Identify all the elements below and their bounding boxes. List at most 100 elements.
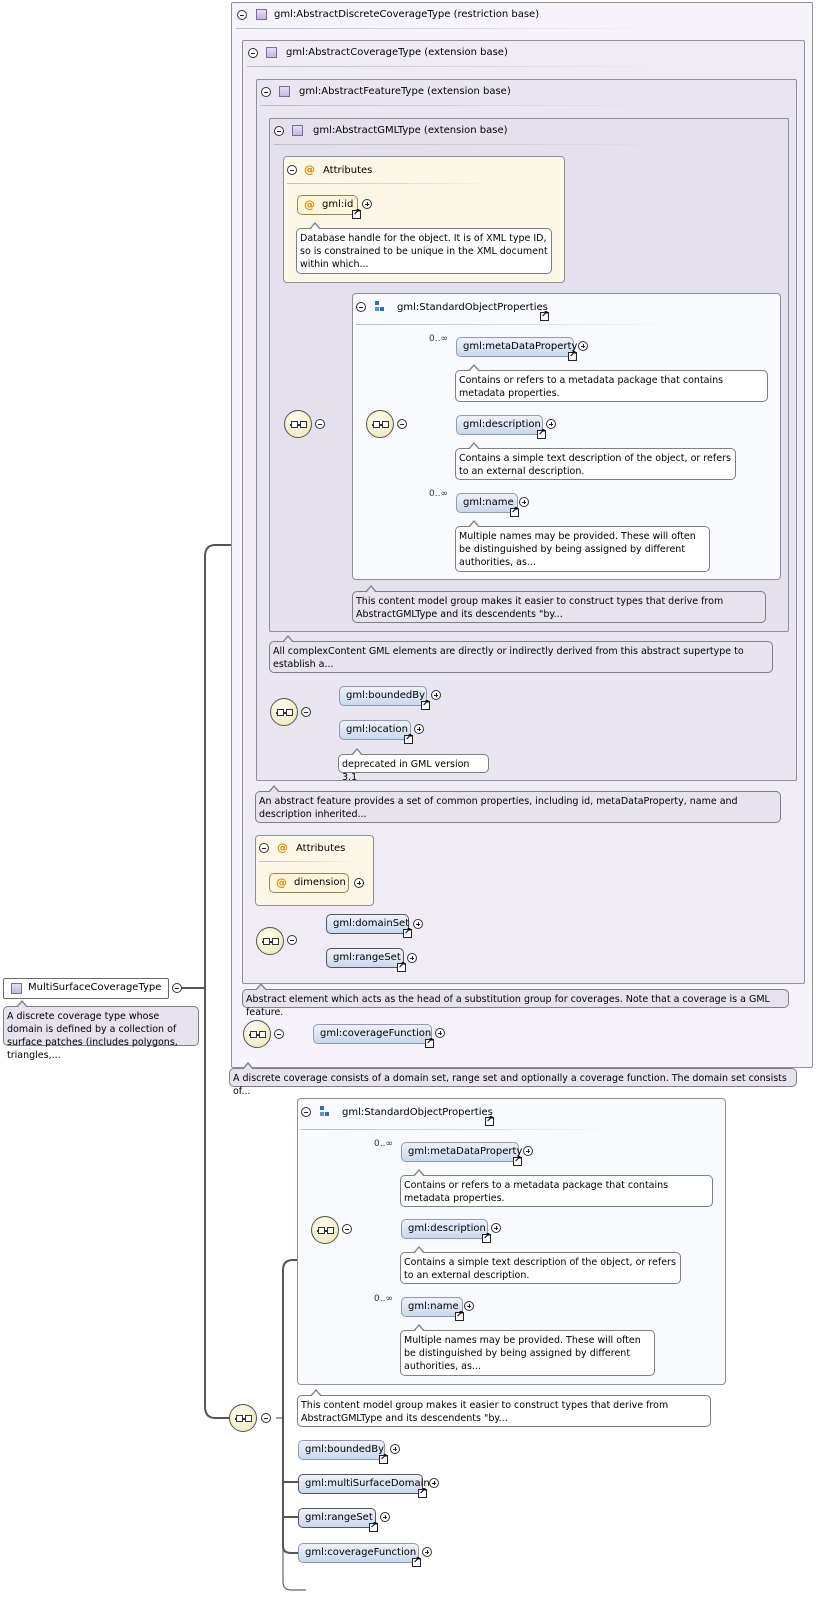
expand-coverage-function-icon[interactable] bbox=[435, 1028, 445, 1038]
expand-location-icon[interactable] bbox=[414, 724, 424, 734]
name-annotation: Multiple names may be provided. These wi… bbox=[455, 520, 710, 572]
reference-icon[interactable] bbox=[369, 1520, 378, 1532]
feature-type-annotation: An abstract feature provides a set of co… bbox=[255, 785, 781, 823]
collapse-coverage-icon[interactable] bbox=[248, 48, 258, 58]
expand-name-icon[interactable] bbox=[519, 497, 529, 507]
range-set-element[interactable]: gml:rangeSet bbox=[326, 948, 404, 968]
location-element[interactable]: gml:location bbox=[339, 720, 411, 740]
collapse-feature-icon[interactable] bbox=[261, 87, 271, 97]
name-annotation: Multiple names may be provided. These wi… bbox=[400, 1324, 655, 1376]
reference-icon[interactable] bbox=[485, 1114, 494, 1126]
name-element[interactable]: gml:name bbox=[456, 493, 518, 513]
name-label: gml:name bbox=[408, 1301, 459, 1312]
bounded-by-element[interactable]: gml:boundedBy bbox=[298, 1440, 385, 1460]
expand-gml-id-icon[interactable] bbox=[362, 199, 372, 209]
expand-metadata-icon[interactable] bbox=[578, 341, 588, 351]
reference-icon[interactable] bbox=[510, 505, 519, 517]
expand-range-set-icon[interactable] bbox=[407, 953, 417, 963]
expand-description-icon[interactable] bbox=[546, 419, 556, 429]
collapse-attributes-icon[interactable] bbox=[259, 843, 269, 853]
reference-icon[interactable] bbox=[418, 1486, 427, 1498]
header-separator bbox=[274, 144, 674, 145]
collapse-root-icon[interactable] bbox=[172, 983, 182, 993]
expand-domain-set-icon[interactable] bbox=[413, 919, 423, 929]
collapse-attributes-icon[interactable] bbox=[287, 165, 297, 175]
root-type-node[interactable]: MultiSurfaceCoverageType bbox=[3, 978, 169, 999]
collapse-sequence-icon[interactable] bbox=[261, 1413, 271, 1423]
bounded-by-element[interactable]: gml:boundedBy bbox=[339, 686, 427, 706]
std-props-header: gml:StandardObjectProperties bbox=[397, 302, 548, 313]
expand-bounded-by-icon[interactable] bbox=[390, 1444, 400, 1454]
description-annotation: Contains a simple text description of th… bbox=[400, 1246, 681, 1284]
cardinality-label: 0..∞ bbox=[374, 1294, 393, 1304]
description-element[interactable]: gml:description bbox=[456, 415, 543, 435]
complex-type-icon bbox=[279, 86, 290, 97]
domain-set-element[interactable]: gml:domainSet bbox=[326, 914, 409, 934]
reference-icon[interactable] bbox=[537, 427, 546, 439]
expand-metadata-icon[interactable] bbox=[523, 1146, 533, 1156]
collapse-sequence-icon[interactable] bbox=[287, 935, 297, 945]
gml-frame-header: gml:AbstractGMLType (extension base) bbox=[313, 125, 508, 136]
reference-icon[interactable] bbox=[412, 1555, 421, 1567]
coverage-type-annotation: Abstract element which acts as the head … bbox=[242, 983, 789, 1018]
coverage-function-label: gml:coverageFunction bbox=[320, 1028, 432, 1039]
collapse-sequence-icon[interactable] bbox=[315, 419, 325, 429]
header-separator bbox=[236, 28, 666, 29]
collapse-std-props-icon[interactable] bbox=[301, 1107, 311, 1117]
reference-icon[interactable] bbox=[379, 1452, 388, 1464]
collapse-sequence-icon[interactable] bbox=[342, 1224, 352, 1234]
collapse-gml-icon[interactable] bbox=[274, 126, 284, 136]
multi-surface-domain-element[interactable]: gml:multiSurfaceDomain bbox=[298, 1474, 430, 1494]
sequence-icon[interactable] bbox=[270, 698, 298, 726]
discrete-type-annotation: A discrete coverage consists of a domain… bbox=[229, 1062, 797, 1097]
complex-type-icon bbox=[11, 983, 22, 994]
domain-set-label: gml:domainSet bbox=[333, 918, 410, 929]
metadata-property-element[interactable]: gml:metaDataProperty bbox=[456, 337, 578, 357]
collapse-sequence-icon[interactable] bbox=[301, 707, 311, 717]
reference-icon[interactable] bbox=[482, 1231, 491, 1243]
reference-icon[interactable] bbox=[397, 960, 406, 972]
collapse-sequence-icon[interactable] bbox=[397, 419, 407, 429]
cardinality-label: 0..∞ bbox=[374, 1139, 393, 1149]
sequence-icon[interactable] bbox=[229, 1404, 257, 1432]
attributes-header: Attributes bbox=[296, 843, 346, 854]
bounded-by-label: gml:boundedBy bbox=[346, 690, 426, 701]
reference-icon[interactable] bbox=[403, 926, 412, 938]
std-props-group-annotation: This content model group makes it easier… bbox=[352, 585, 766, 623]
sequence-icon[interactable] bbox=[256, 927, 284, 955]
collapse-std-props-icon[interactable] bbox=[356, 302, 366, 312]
reference-icon[interactable] bbox=[421, 698, 430, 710]
coverage-function-element[interactable]: gml:coverageFunction bbox=[313, 1024, 432, 1044]
collapse-discrete-icon[interactable] bbox=[237, 10, 247, 20]
reference-icon[interactable] bbox=[425, 1036, 434, 1048]
expand-range-set-icon[interactable] bbox=[380, 1512, 390, 1522]
collapse-sequence-icon[interactable] bbox=[274, 1029, 284, 1039]
expand-name-icon[interactable] bbox=[464, 1301, 474, 1311]
reference-icon[interactable] bbox=[455, 1309, 464, 1321]
range-set-element[interactable]: gml:rangeSet bbox=[298, 1508, 376, 1528]
name-element[interactable]: gml:name bbox=[401, 1297, 463, 1317]
metadata-property-label: gml:metaDataProperty bbox=[463, 341, 578, 352]
description-element[interactable]: gml:description bbox=[401, 1219, 488, 1239]
gml-id-attribute[interactable]: @ gml:id bbox=[297, 195, 358, 215]
expand-coverage-function-icon[interactable] bbox=[422, 1547, 432, 1557]
sequence-icon[interactable] bbox=[284, 410, 312, 438]
sequence-icon[interactable] bbox=[311, 1216, 339, 1244]
sequence-icon[interactable] bbox=[366, 410, 394, 438]
expand-dimension-icon[interactable] bbox=[354, 878, 364, 888]
reference-icon[interactable] bbox=[568, 349, 577, 361]
reference-icon[interactable] bbox=[352, 207, 361, 219]
location-annotation: deprecated in GML version 3.1 bbox=[338, 748, 489, 783]
bounded-by-label: gml:boundedBy bbox=[305, 1444, 385, 1455]
metadata-property-element[interactable]: gml:metaDataProperty bbox=[401, 1142, 522, 1162]
expand-description-icon[interactable] bbox=[491, 1223, 501, 1233]
expand-bounded-by-icon[interactable] bbox=[431, 690, 441, 700]
reference-icon[interactable] bbox=[513, 1154, 522, 1166]
reference-icon[interactable] bbox=[540, 309, 549, 321]
reference-icon[interactable] bbox=[404, 732, 413, 744]
std-props-group-annotation: This content model group makes it easier… bbox=[297, 1389, 711, 1427]
expand-multi-surface-domain-icon[interactable] bbox=[429, 1478, 439, 1488]
dimension-attribute[interactable]: @ dimension bbox=[269, 873, 349, 893]
sequence-icon[interactable] bbox=[243, 1020, 271, 1048]
coverage-function-element[interactable]: gml:coverageFunction bbox=[298, 1543, 419, 1563]
